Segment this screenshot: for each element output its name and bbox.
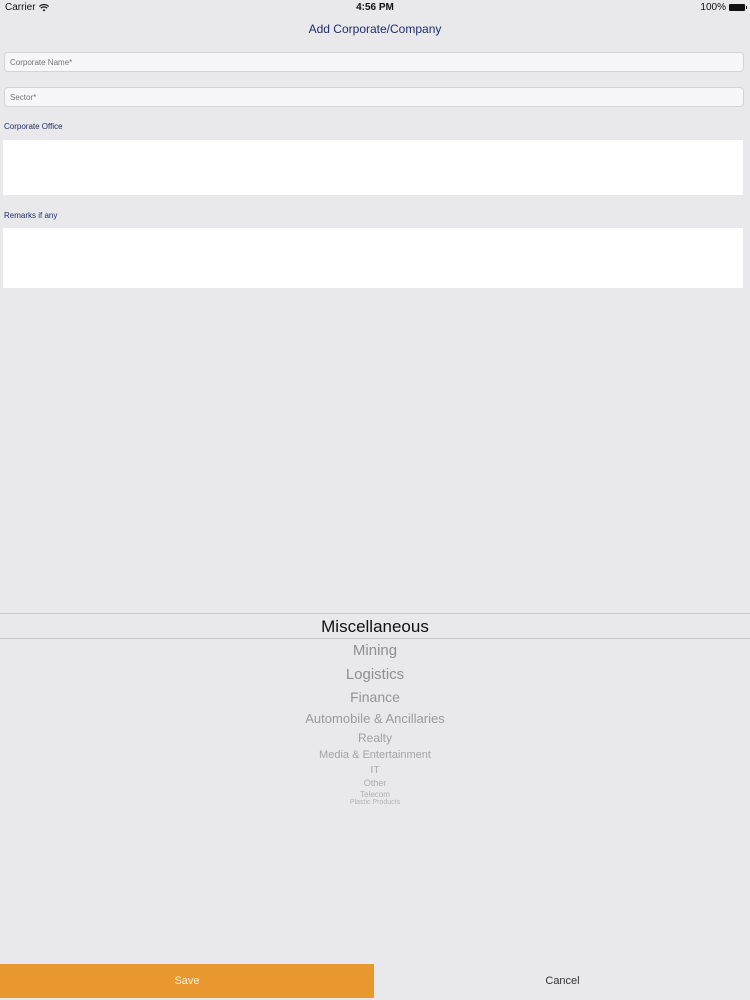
picker-option[interactable]: Mining: [0, 642, 750, 659]
remarks-label: Remarks if any: [4, 211, 58, 220]
picker-option[interactable]: Plastic Products: [0, 799, 750, 806]
sector-input[interactable]: [4, 87, 744, 107]
cancel-button[interactable]: Cancel: [375, 964, 750, 998]
battery-percent: 100%: [700, 2, 726, 13]
corporate-office-label: Corporate Office: [4, 122, 63, 131]
remarks-textarea[interactable]: [3, 228, 743, 288]
status-time: 4:56 PM: [356, 2, 394, 13]
picker-selection-bottom-line: [0, 638, 750, 639]
battery-indicator: 100%: [700, 2, 747, 13]
picker-option[interactable]: IT: [0, 765, 750, 776]
picker-option[interactable]: Telecom: [0, 790, 750, 799]
picker-option[interactable]: Finance: [0, 689, 750, 705]
battery-icon: [729, 4, 747, 11]
corporate-office-textarea[interactable]: [3, 140, 743, 195]
picker-option[interactable]: Logistics: [0, 666, 750, 683]
save-button[interactable]: Save: [0, 964, 374, 998]
picker-option[interactable]: Realty: [0, 731, 750, 745]
corporate-name-input[interactable]: [4, 52, 744, 72]
picker-option[interactable]: Media & Entertainment: [0, 749, 750, 761]
picker-option[interactable]: Automobile & Ancillaries: [0, 711, 750, 726]
picker-option[interactable]: Other: [0, 778, 750, 788]
picker-selected-option[interactable]: Miscellaneous: [0, 617, 750, 637]
status-bar: Carrier 4:56 PM 100%: [0, 0, 750, 16]
page-title: Add Corporate/Company: [308, 22, 442, 36]
sector-picker[interactable]: Miscellaneous Mining Logistics Finance A…: [0, 613, 750, 813]
picker-selection-top-line: [0, 613, 750, 614]
